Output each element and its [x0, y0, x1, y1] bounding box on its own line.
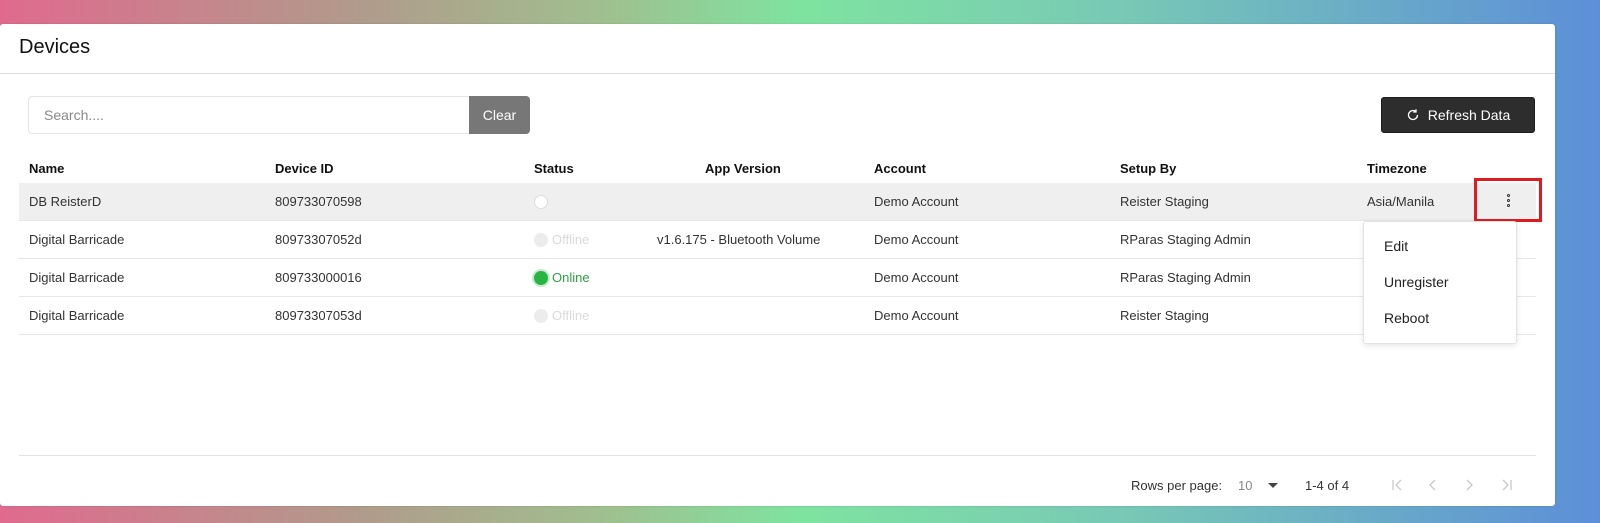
status-indicator-icon	[534, 308, 548, 323]
table-footer-divider	[19, 455, 1536, 456]
status-indicator-icon	[534, 270, 548, 285]
last-page-icon[interactable]	[1495, 475, 1519, 495]
cell-timezone: Asia/Manila	[1367, 194, 1435, 209]
cell-status: Offline	[534, 232, 589, 247]
clear-button[interactable]: Clear	[469, 96, 530, 134]
column-header-device-id[interactable]: Device ID	[275, 161, 334, 176]
column-header-status[interactable]: Status	[534, 161, 574, 176]
devices-card: Devices Clear Refresh Data Name Device I…	[0, 24, 1555, 506]
table-row[interactable]: Digital Barricade 809733000016 Online De…	[19, 259, 1536, 297]
page-title: Devices	[19, 36, 91, 58]
prev-page-icon[interactable]	[1421, 475, 1445, 495]
menu-item-reboot[interactable]: Reboot	[1364, 300, 1516, 336]
table-row[interactable]: Digital Barricade 80973307053d Offline D…	[19, 297, 1536, 335]
cell-account: Demo Account	[874, 194, 959, 209]
status-text: Offline	[552, 308, 590, 323]
column-header-timezone[interactable]: Timezone	[1367, 161, 1427, 176]
row-actions-menu: Edit Unregister Reboot	[1363, 221, 1517, 344]
more-vertical-icon	[1506, 193, 1510, 207]
cell-setup-by: RParas Staging Admin	[1120, 232, 1251, 247]
cell-account: Demo Account	[874, 270, 959, 285]
next-page-icon[interactable]	[1457, 475, 1481, 495]
chevron-down-icon	[1268, 482, 1279, 488]
toolbar: Clear Refresh Data	[28, 96, 1535, 134]
cell-device-id: 80973307053d	[275, 308, 362, 323]
cell-setup-by: RParas Staging Admin	[1120, 270, 1251, 285]
first-page-icon[interactable]	[1385, 475, 1409, 495]
menu-item-edit[interactable]: Edit	[1364, 228, 1516, 264]
status-text: Online	[552, 270, 590, 285]
cell-app-version: v1.6.175 - Bluetooth Volume	[657, 232, 821, 247]
page-header: Devices	[0, 24, 1555, 74]
menu-item-unregister[interactable]: Unregister	[1364, 264, 1516, 300]
table-header: Name Device ID Status App Version Accoun…	[19, 154, 1536, 183]
rows-per-page-value: 10	[1238, 477, 1253, 493]
status-text: Offline	[552, 232, 590, 247]
row-actions-button[interactable]	[1474, 178, 1542, 222]
cell-status	[534, 194, 548, 209]
cell-name: Digital Barricade	[29, 308, 125, 323]
rows-per-page-label: Rows per page:	[1131, 477, 1223, 493]
table-row[interactable]: DB ReisterD 809733070598 Demo Account Re…	[19, 183, 1536, 221]
cell-status: Offline	[534, 308, 589, 323]
cell-account: Demo Account	[874, 232, 959, 247]
search-input[interactable]	[28, 96, 470, 134]
cell-setup-by: Reister Staging	[1120, 194, 1209, 209]
cell-name: Digital Barricade	[29, 270, 125, 285]
refresh-data-button[interactable]: Refresh Data	[1381, 97, 1535, 133]
cell-account: Demo Account	[874, 308, 959, 323]
pagination-range: 1-4 of 4	[1305, 477, 1350, 493]
column-header-name[interactable]: Name	[29, 161, 64, 176]
column-header-account[interactable]: Account	[874, 161, 926, 176]
refresh-label: Refresh Data	[1427, 107, 1511, 123]
cell-status: Online	[534, 270, 590, 285]
rows-per-page-select[interactable]: 10	[1238, 477, 1279, 493]
status-indicator-icon	[534, 194, 548, 209]
cell-device-id: 809733000016	[275, 270, 362, 285]
column-header-setup-by[interactable]: Setup By	[1120, 161, 1176, 176]
cell-device-id: 809733070598	[275, 194, 362, 209]
cell-device-id: 80973307052d	[275, 232, 362, 247]
cell-name: Digital Barricade	[29, 232, 125, 247]
status-indicator-icon	[534, 232, 548, 247]
cell-setup-by: Reister Staging	[1120, 308, 1209, 323]
table-row[interactable]: Digital Barricade 80973307052d Offline v…	[19, 221, 1536, 259]
refresh-icon	[1406, 108, 1420, 122]
cell-name: DB ReisterD	[29, 194, 102, 209]
devices-table: Name Device ID Status App Version Accoun…	[19, 154, 1536, 335]
